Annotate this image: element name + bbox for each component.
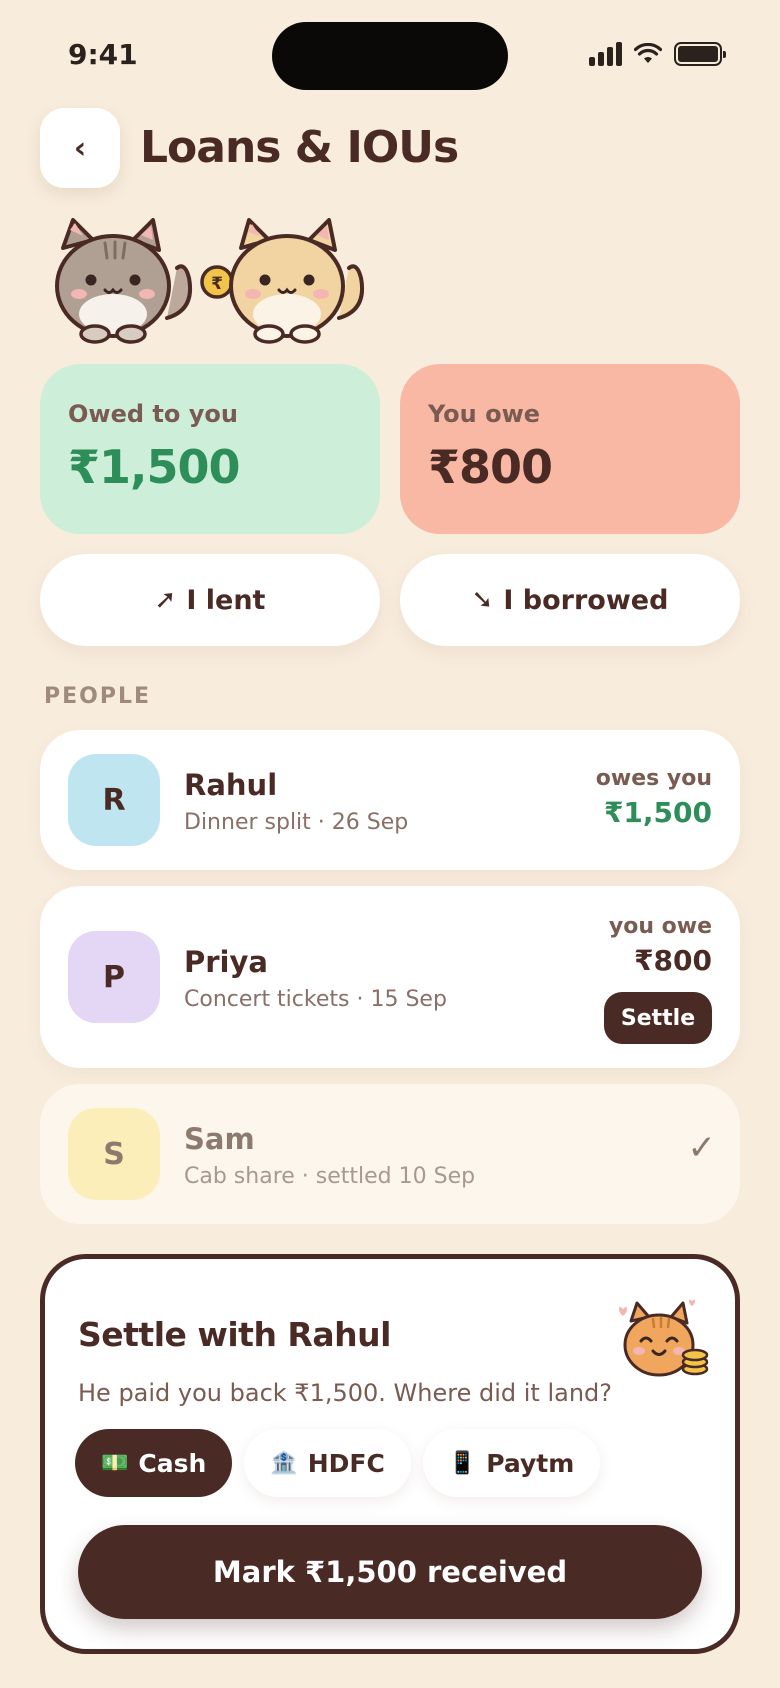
balance-caption: you owe <box>608 914 712 939</box>
cash-icon: 💵 <box>101 1450 129 1476</box>
avatar: P <box>68 931 160 1023</box>
person-name: Priya <box>184 945 268 979</box>
settle-panel: Settle with Rahul He paid you back ₹1,50… <box>40 1254 740 1654</box>
i-borrowed-button[interactable]: ➘ I borrowed <box>400 554 740 646</box>
wifi-icon <box>634 43 662 63</box>
balance-caption: owes you <box>595 766 712 791</box>
grey-cat-illustration <box>55 218 192 344</box>
battery-icon <box>674 42 726 66</box>
person-row-sam[interactable]: S Sam Cab share · settled 10 Sep ✓ <box>40 1084 740 1224</box>
i-borrowed-label: I borrowed <box>503 584 669 616</box>
mobile-phone-icon: 📱 <box>448 1450 477 1476</box>
cream-cat-illustration <box>229 218 364 344</box>
method-label: HDFC <box>307 1448 385 1478</box>
you-owe-amount: ₹800 <box>428 440 553 494</box>
person-detail: Cab share · settled 10 Sep <box>184 1164 476 1189</box>
happy-cat-with-coins-illustration <box>619 1299 709 1377</box>
status-bar: 9:41 <box>0 0 780 110</box>
coin-stack-icon <box>681 1348 709 1376</box>
dynamic-island <box>272 22 508 90</box>
arrow-up-right-icon: ➚ <box>154 585 177 615</box>
settle-button[interactable]: Settle <box>604 992 712 1044</box>
settle-panel-title: Settle with Rahul <box>78 1315 391 1354</box>
arrow-down-right-icon: ➘ <box>471 585 494 615</box>
back-chevron-icon: ‹ <box>73 130 87 166</box>
page-title: Loans & IOUs <box>140 122 459 173</box>
person-name: Sam <box>184 1122 255 1156</box>
cats-illustration: ₹ <box>55 218 364 344</box>
you-owe-label: You owe <box>428 400 541 428</box>
bank-icon: 🏦 <box>270 1450 298 1476</box>
balance-amount: ₹800 <box>634 944 712 977</box>
you-owe-card: You owe ₹800 <box>400 364 740 534</box>
method-chip-paytm[interactable]: 📱 Paytm <box>422 1429 601 1497</box>
method-chip-cash[interactable]: 💵 Cash <box>75 1429 233 1497</box>
payment-method-selector: 💵 Cash 🏦 HDFC 📱 Paytm <box>75 1429 601 1497</box>
cellular-signal-icon <box>589 42 622 66</box>
people-section-label: PEOPLE <box>44 684 152 709</box>
person-detail: Concert tickets · 15 Sep <box>184 987 447 1012</box>
i-lent-button[interactable]: ➚ I lent <box>40 554 380 646</box>
avatar: S <box>68 1108 160 1200</box>
mark-received-button[interactable]: Mark ₹1,500 received <box>78 1525 702 1619</box>
method-chip-hdfc[interactable]: 🏦 HDFC <box>244 1429 411 1497</box>
status-time: 9:41 <box>68 38 138 71</box>
balance-amount: ₹1,500 <box>603 796 712 829</box>
owed-to-you-card: Owed to you ₹1,500 <box>40 364 380 534</box>
person-detail: Dinner split · 26 Sep <box>184 810 409 835</box>
person-row-rahul[interactable]: R Rahul Dinner split · 26 Sep owes you ₹… <box>40 730 740 870</box>
i-lent-label: I lent <box>186 584 266 616</box>
svg-text:₹: ₹ <box>211 274 223 294</box>
settle-panel-description: He paid you back ₹1,500. Where did it la… <box>78 1379 613 1407</box>
method-label: Cash <box>138 1448 207 1478</box>
method-label: Paytm <box>486 1448 575 1478</box>
owed-to-you-amount: ₹1,500 <box>68 440 241 494</box>
coin-icon: ₹ <box>200 265 234 299</box>
check-icon: ✓ <box>687 1128 717 1168</box>
person-name: Rahul <box>184 768 278 802</box>
status-icons <box>589 42 726 66</box>
person-row-priya[interactable]: P Priya Concert tickets · 15 Sep you owe… <box>40 886 740 1068</box>
owed-to-you-label: Owed to you <box>68 400 238 428</box>
avatar: R <box>68 754 160 846</box>
back-button[interactable]: ‹ <box>40 108 120 188</box>
